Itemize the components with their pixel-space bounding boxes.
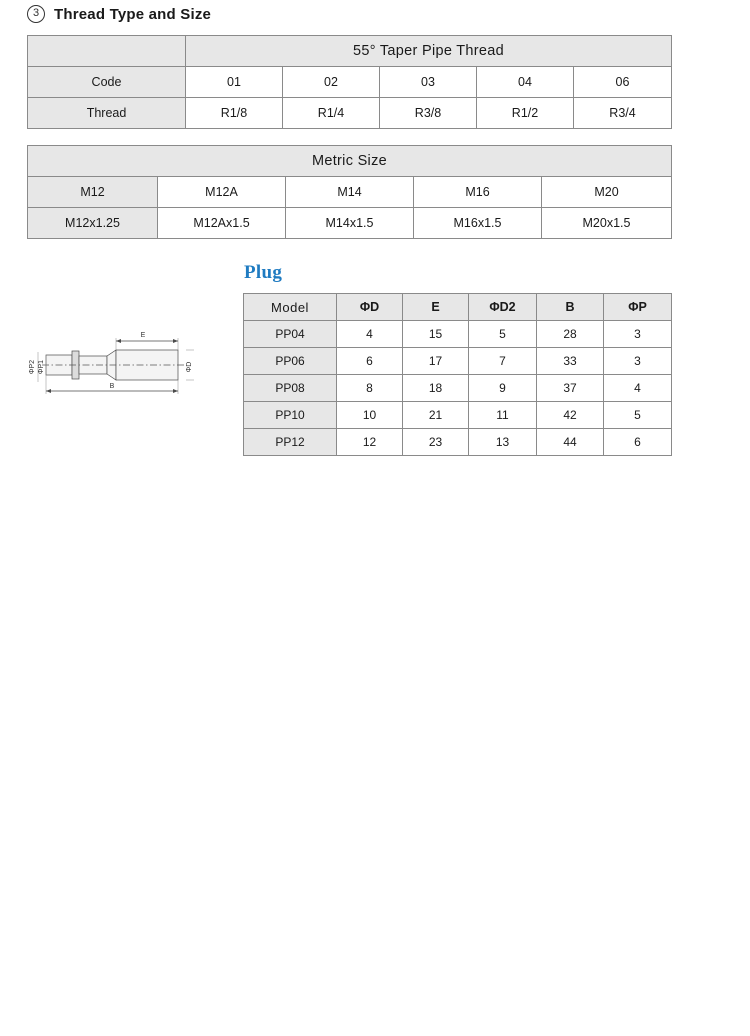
table-row: PP08 8 18 9 37 4 [243, 374, 672, 402]
cell-model: PP04 [243, 320, 337, 348]
column-header-phip: ΦP [603, 293, 672, 321]
dimension-label-d: ΦD [186, 362, 193, 373]
table-cell: M14 [285, 176, 414, 208]
thread-table-corner [27, 35, 186, 67]
table-cell: R3/8 [379, 97, 477, 129]
dimension-label-e: E [141, 332, 146, 339]
table-cell: R1/2 [476, 97, 574, 129]
table-row: PP10 10 21 11 42 5 [243, 401, 672, 429]
table-cell: R3/4 [573, 97, 672, 129]
table-cell: R1/4 [282, 97, 380, 129]
section-number-badge: 3 [27, 5, 45, 23]
table-cell: R1/8 [185, 97, 283, 129]
cell-model: PP12 [243, 428, 337, 456]
table-cell: 17 [402, 347, 469, 375]
cell-model: PP10 [243, 401, 337, 429]
column-header-phid: ΦD [336, 293, 403, 321]
table-cell: 28 [536, 320, 604, 348]
dimension-label-p2: ΦP2 [29, 360, 36, 374]
dimension-label-p1: ΦP1 [38, 360, 45, 374]
table-cell: M20 [541, 176, 672, 208]
column-header-e: E [402, 293, 469, 321]
table-cell: M12Ax1.5 [157, 207, 286, 239]
column-header-b: B [536, 293, 604, 321]
metric-group-header: Metric Size [27, 145, 672, 177]
plug-technical-drawing: E B ΦP2 ΦP1 ΦD [29, 332, 194, 394]
table-cell: 01 [185, 66, 283, 98]
dimension-line-e [116, 339, 178, 343]
table-row: PP04 4 15 5 28 3 [243, 320, 672, 348]
page-title: Thread Type and Size [54, 5, 212, 23]
table-row: PP12 12 23 13 44 6 [243, 428, 672, 456]
table-row: M12 M12A M14 M16 M20 [27, 176, 672, 208]
table-cell: 15 [402, 320, 469, 348]
table-cell: 11 [468, 401, 537, 429]
table-header-row: Model ΦD E ΦD2 B ΦP [243, 293, 672, 321]
table-cell: 37 [536, 374, 604, 402]
table-cell: M12x1.25 [27, 207, 158, 239]
table-cell: 5 [468, 320, 537, 348]
table-cell: 13 [468, 428, 537, 456]
table-cell: 7 [468, 347, 537, 375]
table-cell: M16 [413, 176, 542, 208]
table-cell: 4 [603, 374, 672, 402]
table-cell: M12A [157, 176, 286, 208]
table-cell: 04 [476, 66, 574, 98]
table-cell: 12 [336, 428, 403, 456]
table-cell: 6 [336, 347, 403, 375]
table-cell: 33 [536, 347, 604, 375]
table-row: Metric Size [27, 145, 672, 177]
table-cell: 44 [536, 428, 604, 456]
table-cell: 3 [603, 347, 672, 375]
table-cell: 06 [573, 66, 672, 98]
plug-section-heading: Plug [244, 262, 283, 283]
table-cell: M14x1.5 [285, 207, 414, 239]
thread-group-header: 55° Taper Pipe Thread [185, 35, 672, 67]
dimension-label-b: B [110, 383, 115, 390]
table-cell: 10 [336, 401, 403, 429]
row-label-thread: Thread [27, 97, 186, 129]
table-row: M12x1.25 M12Ax1.5 M14x1.5 M16x1.5 M20x1.… [27, 207, 672, 239]
column-header-phid2: ΦD2 [468, 293, 537, 321]
table-cell: 18 [402, 374, 469, 402]
column-header-model: Model [243, 293, 337, 321]
table-row: 55° Taper Pipe Thread [27, 35, 672, 67]
table-cell: 8 [336, 374, 403, 402]
table-cell: 42 [536, 401, 604, 429]
table-row: Thread R1/8 R1/4 R3/8 R1/2 R3/4 [27, 97, 672, 129]
table-cell: 03 [379, 66, 477, 98]
cell-model: PP06 [243, 347, 337, 375]
thread-type-table: 55° Taper Pipe Thread Code 01 02 03 04 0… [27, 35, 672, 129]
table-cell: M12 [27, 176, 158, 208]
table-cell: 23 [402, 428, 469, 456]
table-cell: 6 [603, 428, 672, 456]
section-heading: 3 Thread Type and Size [27, 5, 211, 23]
cell-model: PP08 [243, 374, 337, 402]
table-cell: 5 [603, 401, 672, 429]
table-cell: 4 [336, 320, 403, 348]
metric-size-table: Metric Size M12 M12A M14 M16 M20 M12x1.2… [27, 145, 672, 239]
table-cell: 3 [603, 320, 672, 348]
plug-dimensions-table: Model ΦD E ΦD2 B ΦP PP04 4 15 5 28 3 PP0… [243, 293, 672, 456]
row-label-code: Code [27, 66, 186, 98]
table-row: PP06 6 17 7 33 3 [243, 347, 672, 375]
table-row: Code 01 02 03 04 06 [27, 66, 672, 98]
table-cell: M16x1.5 [413, 207, 542, 239]
table-cell: M20x1.5 [541, 207, 672, 239]
table-cell: 02 [282, 66, 380, 98]
table-cell: 9 [468, 374, 537, 402]
table-cell: 21 [402, 401, 469, 429]
